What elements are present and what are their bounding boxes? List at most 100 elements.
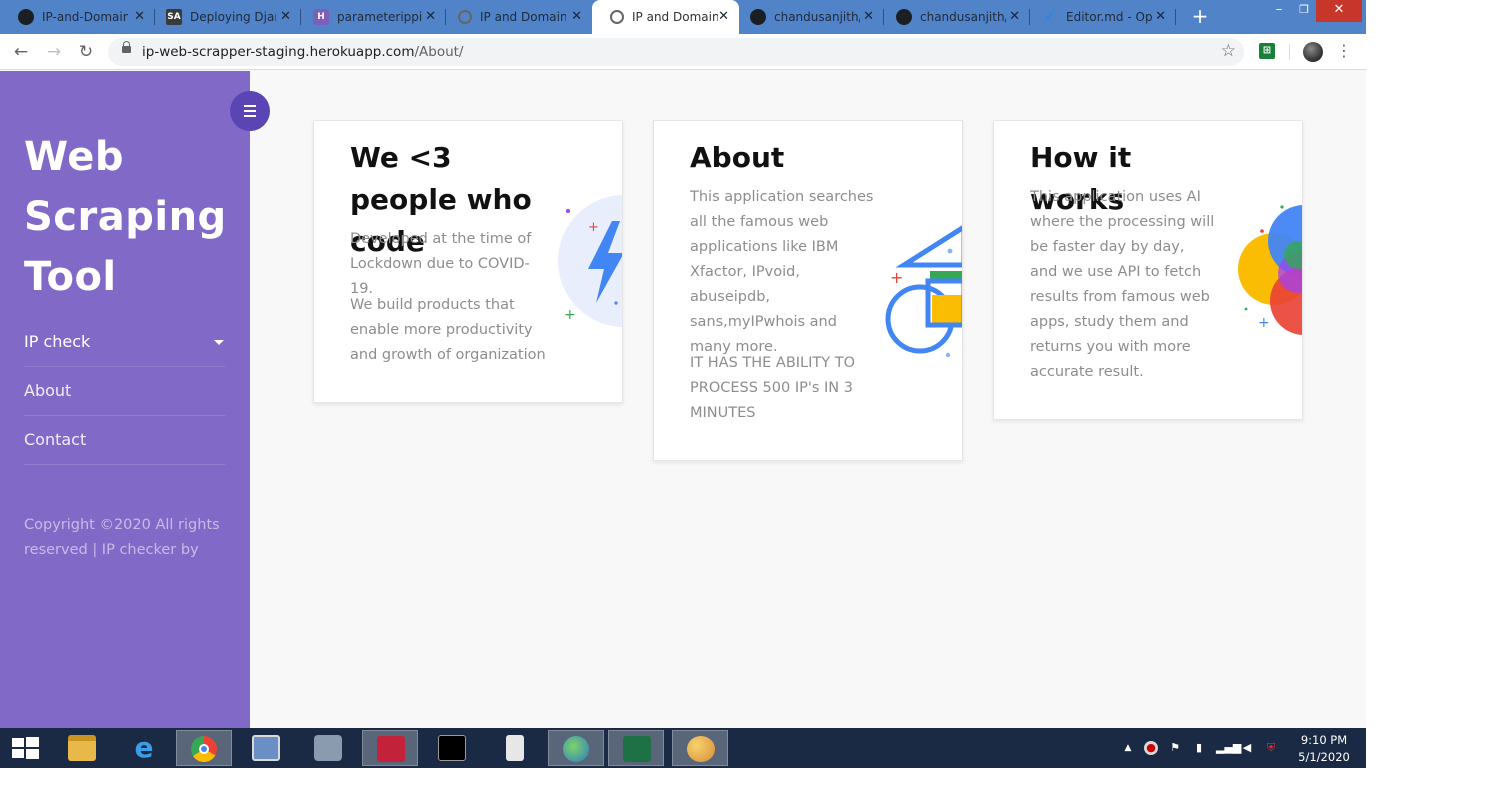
command-prompt-button[interactable]	[424, 730, 480, 766]
close-tab-icon[interactable]: ✕	[280, 9, 291, 25]
tab-title: parameterippip	[337, 10, 423, 24]
browser-menu-icon[interactable]: ⋮	[1336, 41, 1352, 61]
files-button[interactable]	[486, 730, 542, 766]
close-tab-icon[interactable]: ✕	[863, 9, 874, 25]
browser-tab[interactable]: H parameterippip ✕	[295, 0, 446, 34]
clock-date[interactable]: 5/1/2020	[1294, 750, 1354, 764]
tab-separator	[1175, 9, 1176, 25]
card-paragraph: IT HAS THE ABILITY TO PROCESS 500 IP's I…	[690, 355, 856, 421]
restore-button[interactable]: ❐	[1292, 0, 1316, 22]
geometric-illustration: +	[885, 225, 962, 358]
close-tab-icon[interactable]: ✕	[718, 9, 729, 25]
url-path: /About/	[414, 44, 464, 60]
globe-icon	[458, 10, 472, 24]
close-tab-icon[interactable]: ✕	[1009, 9, 1020, 25]
network-tool-button[interactable]	[238, 730, 294, 766]
sidebar: Web Scraping Tool IP check About Contact…	[0, 71, 250, 728]
screen: IP-and-Domain ✕ SA Deploying Djan ✕ H pa…	[0, 0, 1366, 768]
windows-logo-icon	[12, 737, 39, 759]
paint-button[interactable]	[672, 730, 728, 766]
volume-muted-icon[interactable]: ◀	[1240, 741, 1254, 755]
shield-icon[interactable]: ⛨	[1264, 741, 1278, 755]
close-tab-icon[interactable]: ✕	[134, 9, 145, 25]
nav-item-ip-check[interactable]: IP check	[24, 318, 226, 367]
chrome-button[interactable]	[176, 730, 232, 766]
github-icon	[18, 9, 34, 25]
network-signal-icon[interactable]: ▂▄▆	[1216, 741, 1241, 755]
sa-icon: SA	[166, 9, 182, 25]
nav-item-label: IP check	[24, 332, 91, 351]
paint-palette-icon	[687, 736, 715, 762]
browser-tab[interactable]: SA Deploying Djan ✕	[148, 0, 301, 34]
security-tool-button[interactable]	[300, 730, 356, 766]
web-page: Web Scraping Tool IP check About Contact…	[0, 71, 1366, 728]
close-tab-icon[interactable]: ✕	[571, 9, 582, 25]
url-text[interactable]: ip-web-scrapper-staging.herokuapp.com/Ab…	[142, 44, 463, 60]
browser-tab[interactable]: IP and Domain ✕	[440, 0, 592, 34]
menu-icon-line	[244, 110, 256, 112]
minimize-button[interactable]: –	[1266, 0, 1292, 22]
excel-icon	[623, 736, 651, 762]
card-how-it-works: How it works This application uses AI wh…	[993, 120, 1303, 420]
browser-tab[interactable]: chandusanjith/ ✕	[732, 0, 884, 34]
nav-item-label: Contact	[24, 430, 87, 449]
circles-illustration: +	[1238, 205, 1302, 335]
reload-button[interactable]: ↻	[74, 41, 98, 63]
browser-tab[interactable]: chandusanjith/ ✕	[878, 0, 1030, 34]
terminal-icon	[438, 735, 466, 761]
globe-app-button[interactable]	[548, 730, 604, 766]
excel-button[interactable]	[608, 730, 664, 766]
brand-title: Web Scraping Tool	[24, 134, 227, 300]
globe-app-icon	[563, 736, 589, 762]
close-window-button[interactable]: ✕	[1316, 0, 1362, 22]
svg-text:+: +	[564, 307, 576, 323]
card-about: About This application searches all the …	[653, 120, 963, 461]
tab-title: chandusanjith/	[774, 10, 860, 24]
close-tab-icon[interactable]: ✕	[425, 9, 436, 25]
tray-expand-icon[interactable]: ▲	[1121, 741, 1135, 755]
close-tab-icon[interactable]: ✕	[1155, 9, 1166, 25]
sheets-extension-icon[interactable]: ⊞	[1259, 43, 1275, 59]
internet-explorer-button[interactable]: e	[116, 730, 172, 766]
card-we-love-coders: We <3 people who code Developed at the t…	[313, 120, 623, 403]
lock-app-icon	[314, 735, 342, 761]
tray-error-icon[interactable]: ⚑	[1168, 741, 1182, 755]
browser-tab-strip: IP-and-Domain ✕ SA Deploying Djan ✕ H pa…	[0, 0, 1366, 34]
bookmark-star-icon[interactable]: ☆	[1221, 41, 1236, 61]
github-icon	[896, 9, 912, 25]
nav-item-about[interactable]: About	[24, 367, 226, 416]
nav-item-contact[interactable]: Contact	[24, 416, 226, 465]
browser-tab[interactable]: IP-and-Domain ✕	[0, 0, 155, 34]
file-explorer-button[interactable]	[54, 730, 110, 766]
browser-tab[interactable]: ✓ Editor.md - Op ✕	[1024, 0, 1176, 34]
profile-avatar[interactable]	[1303, 42, 1323, 62]
new-tab-button[interactable]: +	[1188, 4, 1212, 28]
caret-down-icon	[214, 340, 224, 345]
browser-tab-active[interactable]: IP and Domain ✕	[592, 0, 739, 34]
file-icon	[506, 735, 524, 761]
battery-icon[interactable]: ▮	[1192, 741, 1206, 755]
start-button[interactable]	[0, 730, 50, 766]
copyright-text: Copyright ©2020 All rights reserved | IP…	[24, 517, 220, 558]
back-button[interactable]: ←	[9, 41, 33, 63]
tab-title: IP and Domain	[480, 10, 566, 24]
folder-icon	[68, 735, 96, 761]
card-paragraph: This application uses AI where the proce…	[1030, 189, 1215, 380]
tray-app-icon[interactable]: ●	[1144, 741, 1158, 755]
sidebar-toggle-button[interactable]	[230, 91, 270, 131]
clock-time[interactable]: 9:10 PM	[1294, 733, 1354, 747]
network-icon	[252, 735, 280, 761]
address-bar[interactable]: ip-web-scrapper-staging.herokuapp.com/Ab…	[108, 38, 1244, 66]
card-paragraph: This application searches all the famous…	[690, 189, 874, 355]
forward-button[interactable]: →	[42, 41, 66, 63]
notepad-tool-button[interactable]	[362, 730, 418, 766]
card-paragraph: Developed at the time of Lockdown due to…	[350, 231, 532, 297]
github-icon	[750, 9, 766, 25]
svg-text:+: +	[890, 268, 903, 287]
svg-text:+: +	[1258, 315, 1270, 331]
windows-taskbar: e ▲ ● ⚑ ▮ ▂▄▆ ◀ ⛨ 9:10 PM 5/1/2020	[0, 728, 1366, 768]
url-domain: ip-web-scrapper-staging.herokuapp.com	[142, 44, 415, 60]
tab-title: IP-and-Domain	[42, 10, 128, 24]
tab-title: chandusanjith/	[920, 10, 1006, 24]
markdown-icon: ✓	[1044, 9, 1056, 25]
